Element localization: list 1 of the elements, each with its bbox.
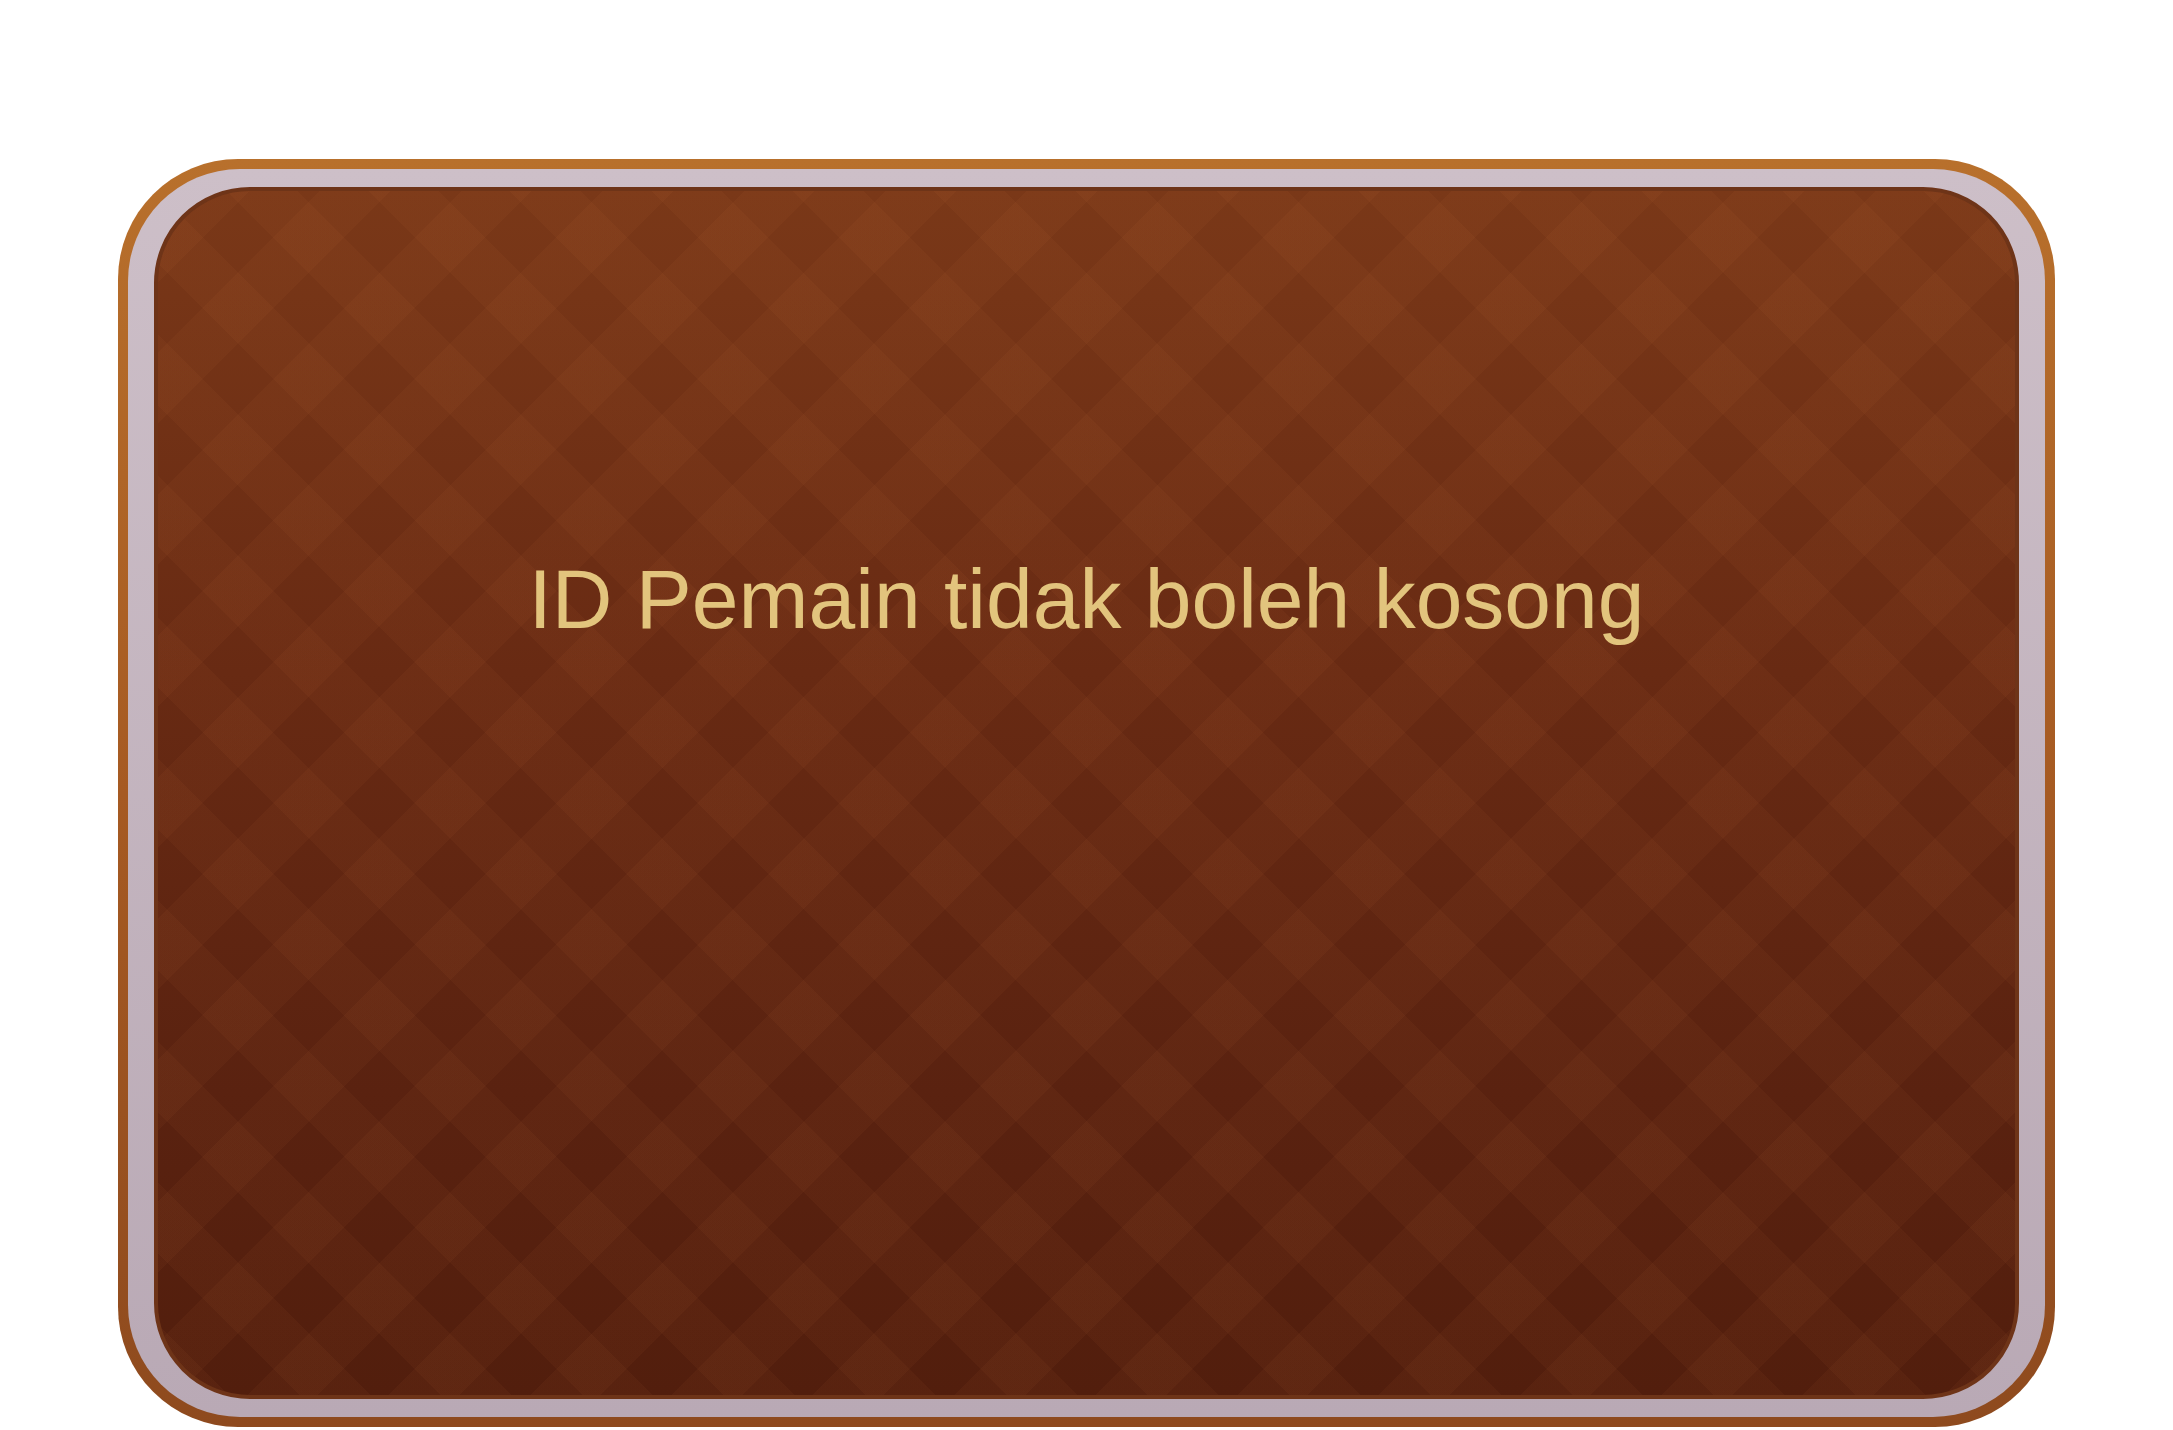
error-message: ID Pemain tidak boleh kosong xyxy=(528,551,1645,648)
